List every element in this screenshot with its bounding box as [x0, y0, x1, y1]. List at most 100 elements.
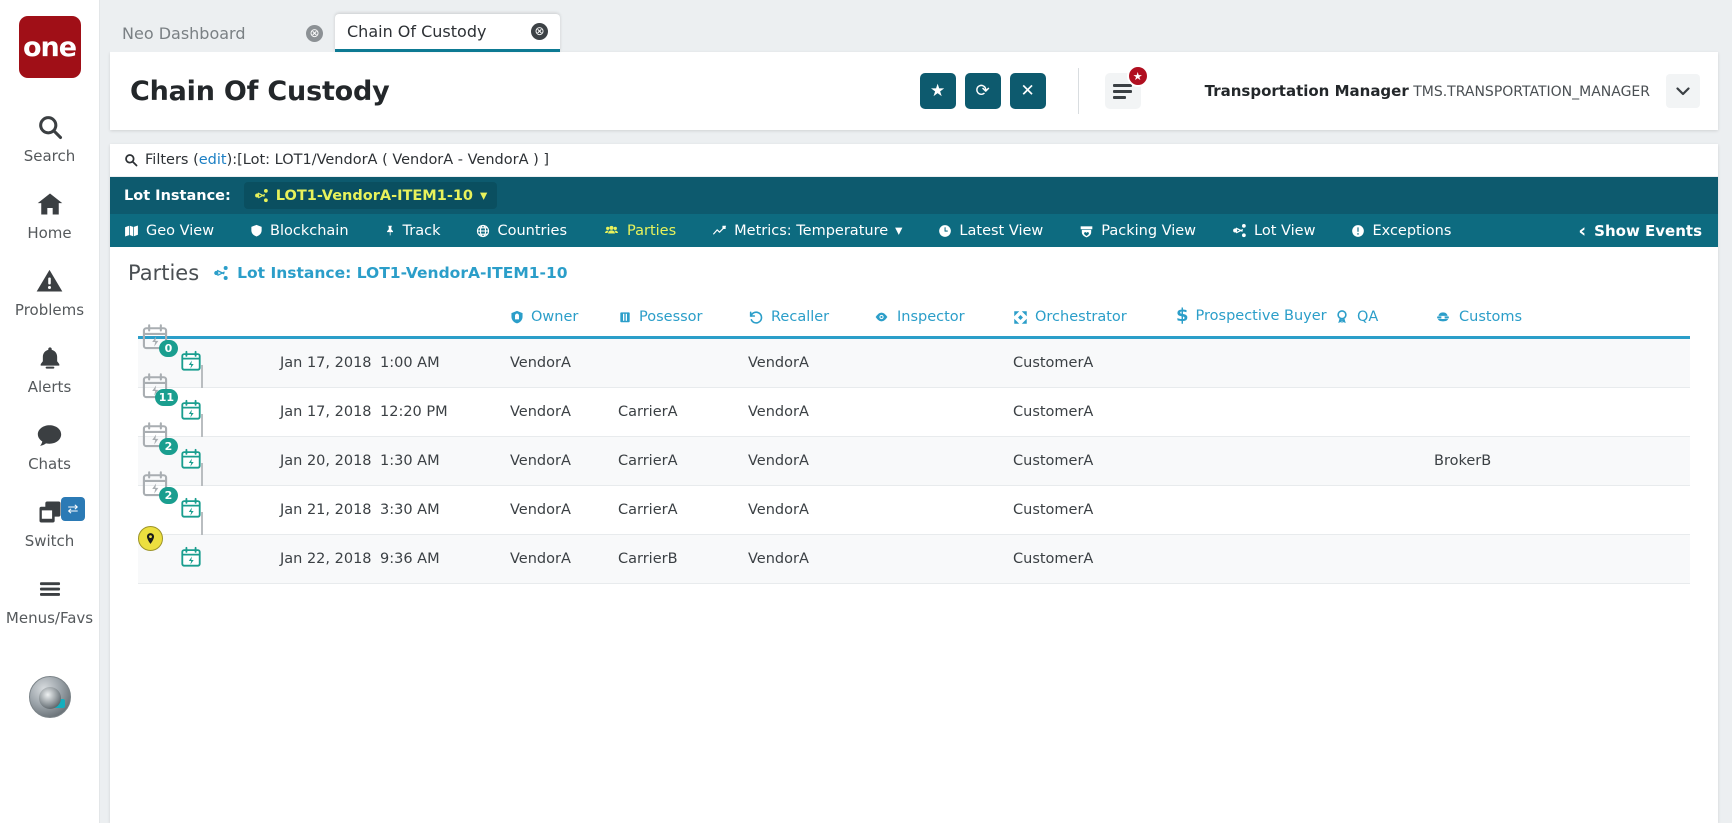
left-nav-rail: one Search Home: [0, 0, 100, 823]
pin-icon: [385, 223, 396, 238]
column-header-owner[interactable]: Owner: [510, 295, 618, 338]
section-title: Parties: [128, 261, 199, 285]
share-nodes-icon: [254, 188, 269, 203]
calendar-event-badge[interactable]: 2: [140, 421, 176, 453]
filters-bar[interactable]: Filters (edit):[Lot: LOT1/VendorA ( Vend…: [110, 144, 1718, 177]
sidebar-item-menus-favs[interactable]: Menus/Favs: [0, 560, 99, 637]
calendar-event-icon[interactable]: [180, 350, 224, 376]
cell-qa: [1334, 388, 1434, 437]
expand-arrows-icon: [1013, 310, 1028, 325]
lot-instance-link-label: Lot Instance: LOT1-VendorA-ITEM1-10: [237, 264, 567, 282]
nav-item-exceptions[interactable]: Exceptions: [1351, 223, 1451, 239]
nav-item-packing-view[interactable]: Packing View: [1079, 223, 1196, 239]
home-icon: [0, 187, 99, 221]
user-profile[interactable]: Transportation Manager TMS.TRANSPORTATIO…: [1205, 74, 1700, 108]
chevron-left-icon: ‹: [1578, 220, 1586, 242]
cell-posessor: CarrierA: [618, 437, 748, 486]
nav-item-geo-view[interactable]: Geo View: [124, 223, 214, 239]
table-row[interactable]: 11 Jan 17, 2018 12:20 PM VendorA Carrier…: [138, 388, 1690, 437]
tab-neo-dashboard[interactable]: Neo Dashboard ⊗: [110, 14, 335, 52]
nav-item-blockchain[interactable]: Blockchain: [250, 223, 348, 239]
nav-item-latest-view[interactable]: Latest View: [938, 223, 1043, 239]
calendar-event-icon[interactable]: [180, 497, 224, 523]
column-header-posessor[interactable]: Posessor: [618, 295, 748, 338]
chain-of-custody-table: Owner Posessor Recaller: [138, 295, 1690, 584]
content-card: Filters (edit):[Lot: LOT1/VendorA ( Vend…: [110, 144, 1718, 823]
column-header-prospective-buyer[interactable]: $ Prospective Buyer: [1176, 295, 1334, 338]
column-header-inspector[interactable]: Inspector: [873, 295, 1013, 338]
table-row[interactable]: Jan 22, 2018 9:36 AM VendorA CarrierB Ve…: [138, 535, 1690, 584]
row-time: 12:20 PM: [380, 388, 510, 437]
sidebar-item-home[interactable]: Home: [0, 175, 99, 252]
filters-value: ):[Lot: LOT1/VendorA ( VendorA - VendorA…: [227, 152, 549, 168]
nav-item-track[interactable]: Track: [385, 223, 441, 239]
row-date: Jan 22, 2018: [280, 535, 380, 584]
calendar-event-badge[interactable]: 0: [140, 323, 176, 355]
sidebar-item-label: Switch: [0, 532, 99, 550]
event-count-badge: 11: [155, 389, 178, 406]
cell-customs: [1434, 535, 1690, 584]
nav-item-countries[interactable]: Countries: [476, 223, 567, 239]
swap-arrows-icon[interactable]: ⇄: [61, 497, 85, 521]
nav-item-metrics-temperature[interactable]: Metrics: Temperature ▾: [712, 223, 902, 239]
table-row[interactable]: 2 Jan 21, 2018 3:30 AM VendorA CarrierA …: [138, 486, 1690, 535]
globe-icon: [476, 224, 490, 238]
cell-customs: [1434, 388, 1690, 437]
main-menu-button[interactable]: ★: [1105, 73, 1141, 109]
calendar-event-icon[interactable]: [180, 546, 224, 572]
close-icon[interactable]: ⊗: [531, 23, 548, 40]
close-button[interactable]: ✕: [1010, 73, 1046, 109]
sidebar-item-switch[interactable]: ⇄ Switch: [0, 483, 99, 560]
column-header-recaller[interactable]: Recaller: [748, 295, 873, 338]
sidebar-item-problems[interactable]: Problems: [0, 252, 99, 329]
parties-section-header: Parties Lot Instance: LOT1-VendorA-ITEM1…: [110, 247, 1718, 295]
chevron-down-icon[interactable]: [1666, 74, 1700, 108]
avatar[interactable]: [29, 676, 71, 718]
calendar-event-badge[interactable]: 11: [140, 372, 176, 404]
sidebar-item-chats[interactable]: Chats: [0, 406, 99, 483]
location-pin-icon[interactable]: [138, 526, 163, 551]
briefcase-icon: [618, 309, 632, 325]
shield-icon: [510, 309, 524, 325]
show-events-button[interactable]: ‹ Show Events: [1578, 220, 1702, 242]
cell-prospective-buyer: [1176, 437, 1334, 486]
app-logo[interactable]: one: [19, 16, 81, 78]
app-root: one Search Home: [0, 0, 1732, 823]
cell-qa: [1334, 437, 1434, 486]
exclamation-circle-icon: [1351, 224, 1365, 238]
favorite-button[interactable]: ★: [920, 73, 956, 109]
dollar-icon: $: [1176, 307, 1189, 325]
row-gap-cell: [224, 486, 280, 535]
lot-instance-dropdown[interactable]: LOT1-VendorA-ITEM1-10 ▾: [244, 182, 498, 209]
calendar-event-badge[interactable]: 2: [140, 470, 176, 502]
cell-inspector: [873, 486, 1013, 535]
nav-item-lot-view[interactable]: Lot View: [1232, 223, 1315, 239]
calendar-event-icon[interactable]: [180, 448, 224, 474]
cell-prospective-buyer: [1176, 535, 1334, 584]
row-gap-cell: [224, 388, 280, 437]
close-icon[interactable]: ⊗: [306, 25, 323, 42]
sidebar-item-search[interactable]: Search: [0, 98, 99, 175]
view-nav-bar: Geo View Blockchain Track: [110, 214, 1718, 247]
calendar-event-icon[interactable]: [180, 399, 224, 425]
column-header-customs[interactable]: Customs: [1434, 295, 1690, 338]
undo-arrow-icon: [748, 309, 764, 325]
sidebar-item-alerts[interactable]: Alerts: [0, 329, 99, 406]
cell-prospective-buyer: [1176, 486, 1334, 535]
cell-posessor: [618, 338, 748, 388]
people-icon: [603, 224, 620, 238]
avatar-container: [0, 676, 99, 723]
filters-edit-link[interactable]: edit: [199, 152, 227, 168]
refresh-button[interactable]: ⟳: [965, 73, 1001, 109]
cell-posessor: CarrierA: [618, 388, 748, 437]
table-row[interactable]: 0 Jan 17, 2018 1:00 AM VendorA VendorA C…: [138, 338, 1690, 388]
tab-chain-of-custody[interactable]: Chain Of Custody ⊗: [335, 14, 560, 52]
nav-item-parties[interactable]: Parties: [603, 223, 676, 239]
column-header-orchestrator[interactable]: Orchestrator: [1013, 295, 1176, 338]
box-heart-icon: [1079, 224, 1094, 238]
lot-instance-link[interactable]: Lot Instance: LOT1-VendorA-ITEM1-10: [213, 264, 567, 282]
cell-orchestrator: CustomerA: [1013, 338, 1176, 388]
table-row[interactable]: 2 Jan 20, 2018 1:30 AM VendorA CarrierA …: [138, 437, 1690, 486]
column-header-qa[interactable]: QA: [1334, 295, 1434, 338]
chevron-down-icon: ▾: [480, 188, 487, 204]
